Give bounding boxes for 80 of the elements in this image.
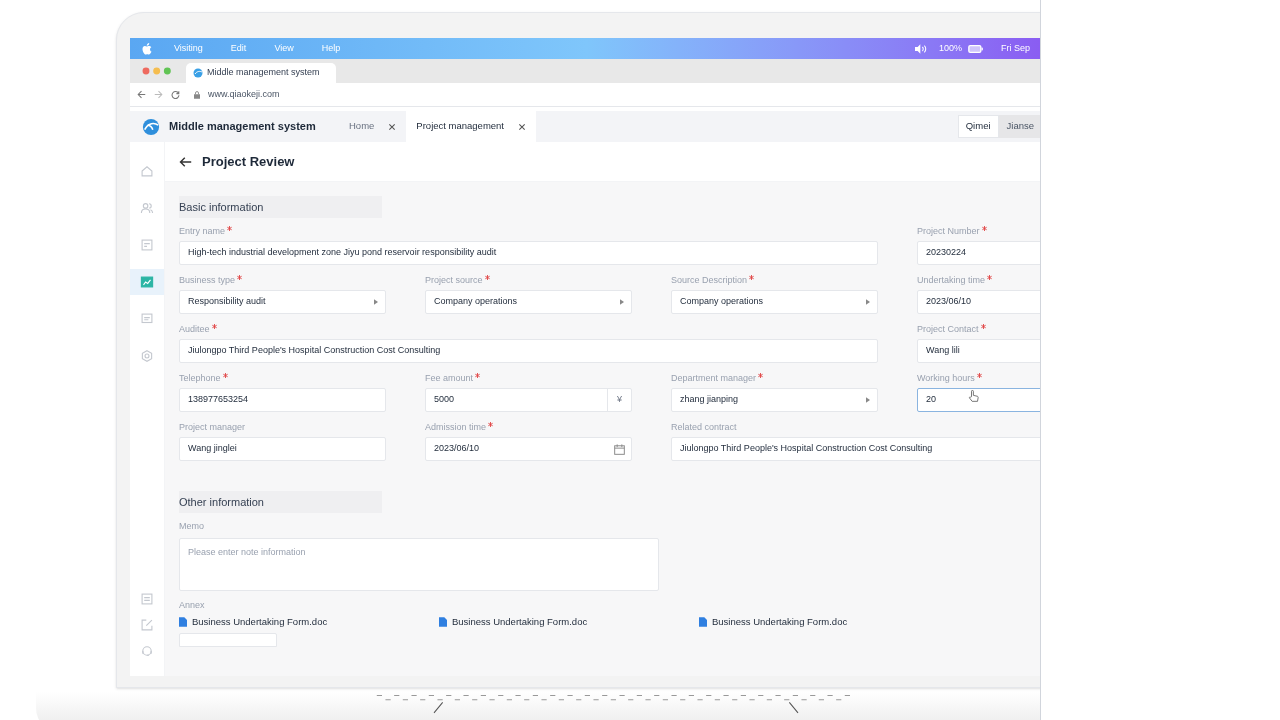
sidebar-message-icon[interactable] (140, 312, 154, 326)
field-label: Memo (179, 520, 205, 533)
url-text[interactable]: www.qiaokeji.com (208, 87, 280, 102)
caret-icon (374, 299, 378, 305)
volume-icon[interactable] (914, 43, 927, 54)
reload-icon[interactable] (171, 90, 180, 99)
apple-icon[interactable] (142, 42, 152, 55)
user-tab[interactable]: Jianse (998, 115, 1040, 138)
input-field[interactable]: 20230224 (917, 241, 1040, 265)
input-field[interactable]: 138977653254 (179, 388, 386, 412)
close-icon[interactable] (518, 122, 526, 131)
close-icon[interactable] (388, 122, 397, 131)
sidebar-report-icon[interactable] (140, 238, 154, 252)
caret-icon (866, 299, 870, 305)
field-label: Project manager (179, 422, 246, 433)
sidebar-edit-icon[interactable] (140, 618, 154, 632)
field-label: Auditee (179, 324, 210, 335)
select-field[interactable]: Company operations (671, 290, 878, 314)
select-field[interactable]: zhang jianping (671, 388, 878, 412)
select-field[interactable]: Responsibility audit (179, 290, 386, 314)
logo-icon (142, 117, 160, 136)
field-label: Department manager (671, 373, 757, 384)
file-link[interactable]: Business Undertaking Form.doc (192, 615, 328, 630)
forward-arrow-icon[interactable] (154, 90, 163, 99)
field-label: Entry name (179, 226, 226, 237)
app-title: Middle management system (169, 119, 317, 135)
sidebar-support-icon[interactable] (140, 644, 154, 658)
window-controls-icon[interactable] (142, 67, 174, 75)
input-field[interactable]: Jiulongpo Third People's Hospital Construction Cost Consulting (671, 437, 1040, 461)
battery-percentage: 100% (938, 41, 962, 55)
currency-suffix: ¥ (607, 389, 631, 411)
menu-bar-clock: Fri Sep (1001, 41, 1030, 55)
field-label: Project Number (917, 226, 980, 237)
field-label: Telephone (179, 373, 221, 384)
logo-icon (193, 68, 203, 78)
field-label: Fee amount (425, 373, 474, 384)
input-field[interactable]: 5000 ¥ (425, 388, 632, 412)
document-icon (179, 617, 187, 628)
field-label: Admission time (425, 422, 487, 433)
back-arrow-icon[interactable] (179, 156, 192, 167)
field-label: Project source (425, 275, 483, 286)
date-field[interactable]: 2023/06/10 (425, 437, 632, 461)
section-title: Basic information (179, 199, 264, 215)
field-label: Annex (179, 598, 206, 612)
sidebar-users-icon[interactable] (140, 201, 154, 215)
input-field[interactable]: Wang jinglei (179, 437, 386, 461)
memo-field[interactable]: Please enter note information (179, 537, 659, 591)
field-label: Source Description (671, 275, 748, 286)
sidebar-home-icon[interactable] (140, 164, 154, 178)
field-label: Undertaking time (917, 275, 986, 286)
sidebar-document-icon[interactable] (140, 592, 154, 606)
field-label: Business type (179, 275, 236, 286)
document-icon (439, 617, 447, 628)
caret-icon (620, 299, 624, 305)
input-field[interactable]: High-tech industrial development zone Jiyu pond reservoir responsibility audit (179, 241, 878, 265)
input-field[interactable]: Wang lili (917, 339, 1040, 363)
user-tab[interactable]: Qimei (957, 115, 999, 138)
hand-cursor-icon (968, 390, 979, 402)
field-label: Related contract (671, 422, 737, 433)
calendar-icon[interactable] (614, 443, 625, 455)
select-field[interactable]: Company operations (425, 290, 632, 314)
field-label: Working hours (917, 373, 975, 384)
lock-icon (194, 90, 200, 99)
input-field[interactable]: Jiulongpo Third People's Hospital Construction Cost Consulting (179, 339, 878, 363)
back-arrow-icon[interactable] (137, 90, 146, 99)
input-field[interactable]: 20 (917, 388, 1040, 412)
upload-button[interactable] (179, 633, 277, 648)
file-link[interactable]: Business Undertaking Form.doc (452, 615, 588, 630)
battery-icon[interactable] (968, 44, 983, 53)
document-icon (699, 617, 707, 628)
file-link[interactable]: Business Undertaking Form.doc (712, 615, 848, 630)
sidebar-settings-icon[interactable] (140, 349, 154, 363)
input-field[interactable]: 2023/06/10 (917, 290, 1040, 314)
section-title: Other information (179, 494, 264, 510)
browser-tab[interactable]: Middle management system (186, 63, 336, 83)
sidebar-chart-icon[interactable] (140, 275, 154, 289)
field-label: Project Contact (917, 324, 979, 335)
caret-icon (866, 397, 870, 403)
app-tab[interactable]: Home (349, 119, 375, 134)
page-title: Project Review (202, 152, 295, 171)
